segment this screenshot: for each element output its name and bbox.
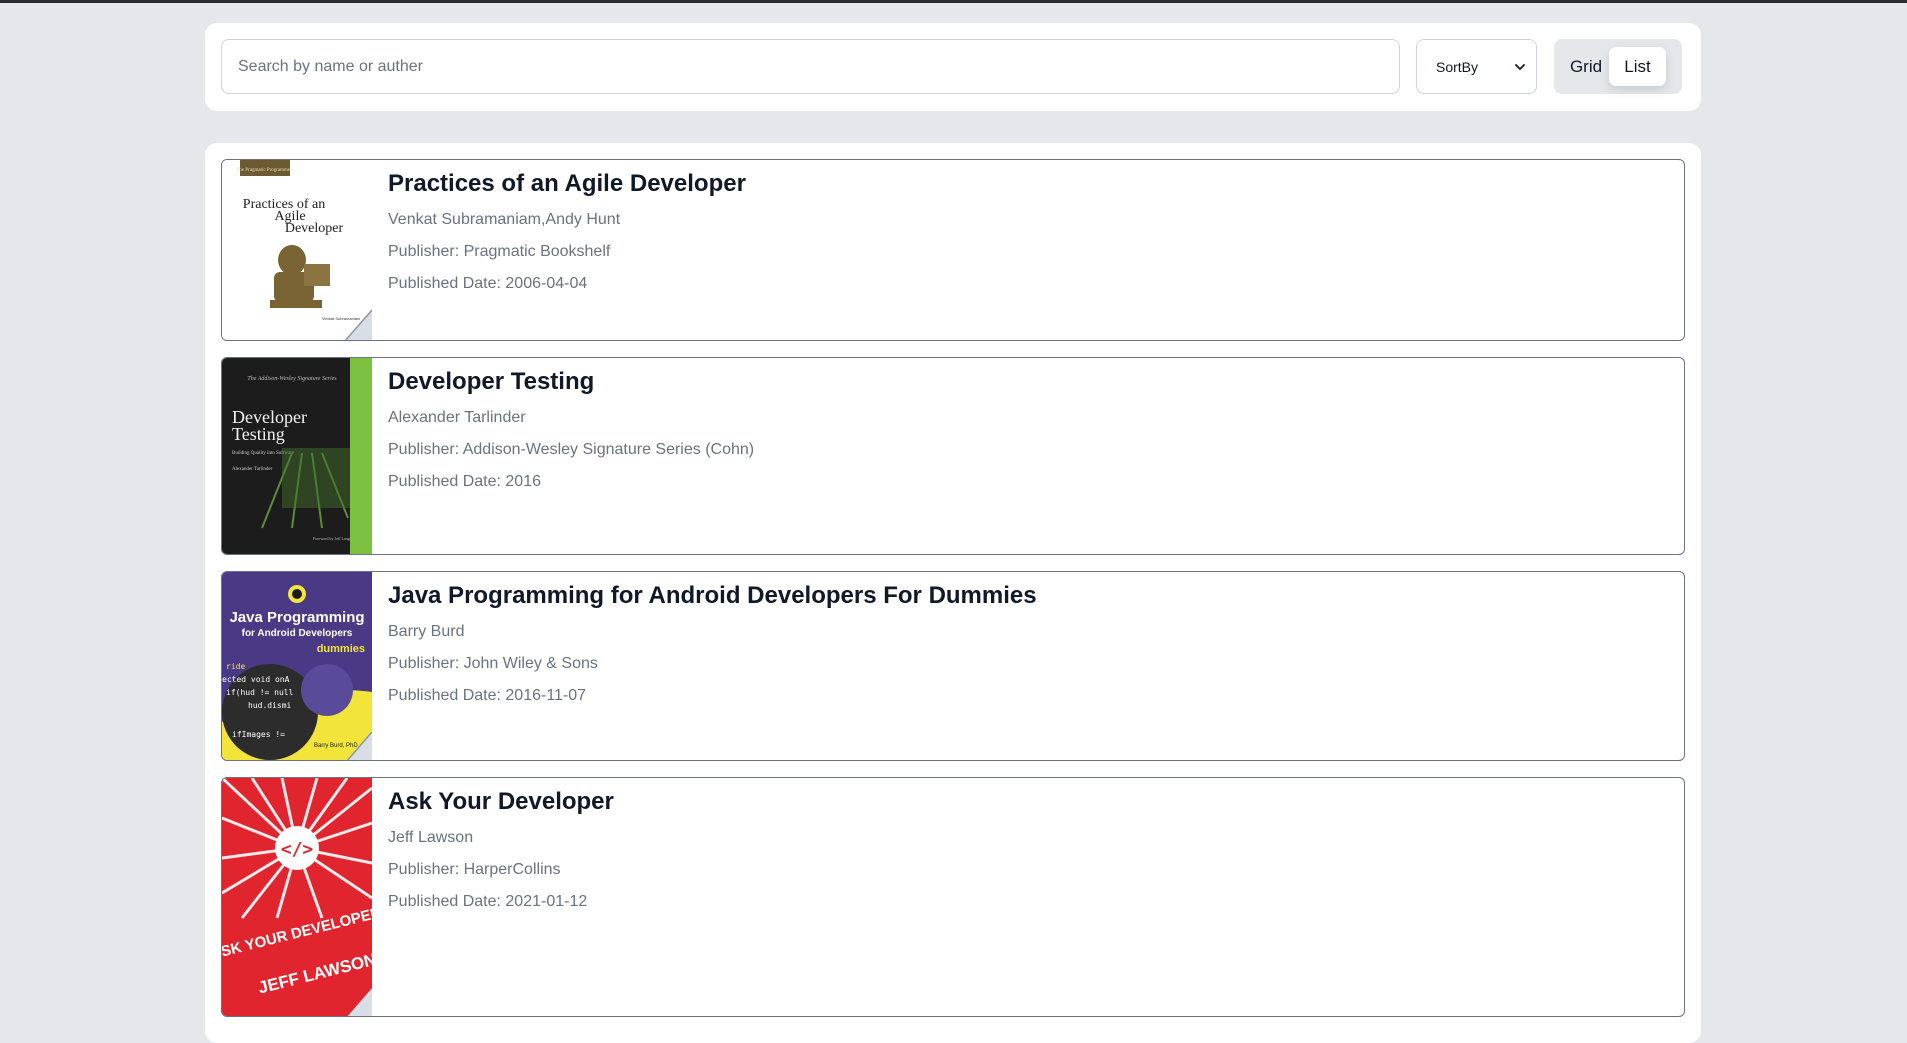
book-cover: </> ASK YOUR DEVELOPER JEFF LAWSON <box>222 778 372 1016</box>
book-publisher: Publisher: Addison-Wesley Signature Seri… <box>388 441 755 458</box>
sort-select[interactable]: SortBy <box>1416 39 1537 94</box>
book-title: Practices of an Agile Developer <box>388 170 746 197</box>
svg-text:Developer: Developer <box>285 221 344 236</box>
book-published-date: Published Date: 2016 <box>388 473 541 490</box>
svg-text:Venkat Subramaniam: Venkat Subramaniam <box>322 316 361 321</box>
svg-text:if(hud != null: if(hud != null <box>226 688 294 697</box>
book-published-date: Published Date: 2016-11-07 <box>388 687 587 704</box>
window-top-border <box>0 0 1907 3</box>
book-cover: The Addison-Wesley Signature Series Deve… <box>222 358 372 554</box>
svg-text:The Pragmatic Programmers: The Pragmatic Programmers <box>236 168 294 173</box>
book-cover: Java Programming for Android Developers … <box>222 572 372 760</box>
svg-text:hud.dismi: hud.dismi <box>248 701 292 710</box>
book-authors: Jeff Lawson <box>388 829 474 846</box>
book-title: Developer Testing <box>388 368 595 395</box>
book-published-date: Published Date: 2006-04-04 <box>388 275 588 292</box>
svg-text:</>: </> <box>281 839 314 860</box>
book-card[interactable]: Java Programming for Android Developers … <box>221 571 1685 761</box>
book-authors: Venkat Subramaniam,Andy Hunt <box>388 211 621 228</box>
book-card[interactable]: The Pragmatic Programmers Practices of a… <box>221 159 1685 341</box>
toolbar: SortBy Grid List <box>205 23 1701 111</box>
book-title: Ask Your Developer <box>388 788 614 815</box>
list-view-button[interactable]: List <box>1609 47 1666 86</box>
sort-select-label: SortBy <box>1436 58 1479 75</box>
book-title: Java Programming for Android Developers … <box>388 582 1037 609</box>
svg-text:Testing: Testing <box>232 424 285 444</box>
svg-text:ride: ride <box>226 662 245 671</box>
svg-text:for Android Developers: for Android Developers <box>242 628 353 639</box>
svg-text:Java Programming: Java Programming <box>229 609 364 626</box>
book-publisher: Publisher: Pragmatic Bookshelf <box>388 243 611 260</box>
book-cover: The Pragmatic Programmers Practices of a… <box>222 160 372 340</box>
book-list: The Pragmatic Programmers Practices of a… <box>205 143 1701 1043</box>
book-published-date: Published Date: 2021-01-12 <box>388 893 588 910</box>
svg-text:ected void onA: ected void onA <box>222 675 290 684</box>
book-authors: Barry Burd <box>388 623 465 640</box>
svg-text:Foreword by Jeff Langr: Foreword by Jeff Langr <box>313 536 352 541</box>
book-publisher: Publisher: HarperCollins <box>388 861 561 878</box>
grid-view-button[interactable]: Grid <box>1560 47 1612 86</box>
svg-text:Alexander Tarlinder: Alexander Tarlinder <box>232 467 273 472</box>
search-input[interactable] <box>221 39 1400 94</box>
svg-text:dummies: dummies <box>317 643 365 655</box>
book-publisher: Publisher: John Wiley & Sons <box>388 655 598 672</box>
book-card[interactable]: The Addison-Wesley Signature Series Deve… <box>221 357 1685 555</box>
svg-text:The Addison-Wesley Signature S: The Addison-Wesley Signature Series <box>247 376 337 382</box>
view-toggle: Grid List <box>1554 39 1682 94</box>
svg-text:Barry Burd, PhD: Barry Burd, PhD <box>314 743 358 749</box>
chevron-down-icon <box>1515 63 1525 70</box>
book-card[interactable]: </> ASK YOUR DEVELOPER JEFF LAWSON Ask Y… <box>221 777 1685 1017</box>
book-authors: Alexander Tarlinder <box>388 409 526 426</box>
svg-text:ifImages !=: ifImages != <box>232 730 285 739</box>
